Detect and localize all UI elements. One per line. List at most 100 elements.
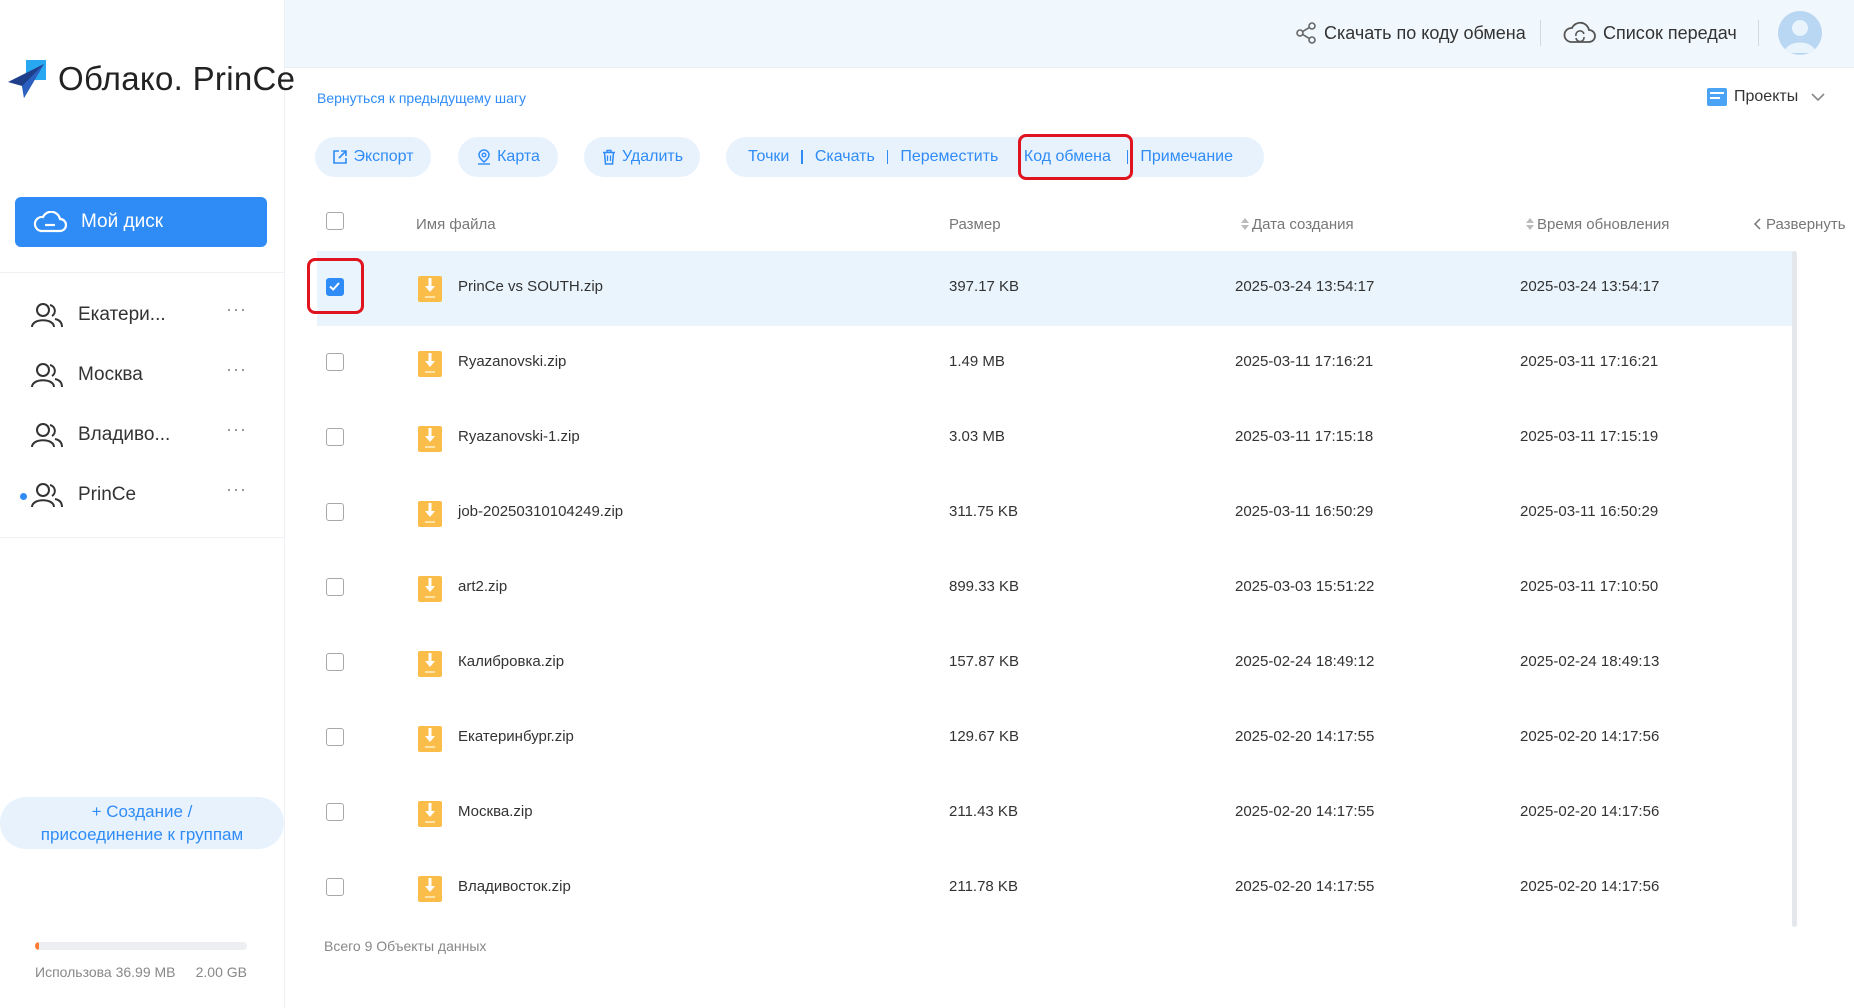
more-options-icon[interactable]: ···	[226, 299, 247, 320]
row-checkbox[interactable]	[326, 503, 344, 521]
row-checkbox[interactable]	[326, 653, 344, 671]
table-row[interactable]: Ryazanovski-1.zip 3.03 MB 2025-03-11 17:15…	[317, 401, 1793, 476]
file-name[interactable]: Ryazanovski-1.zip	[458, 428, 580, 445]
delete-button[interactable]: Удалить	[584, 137, 700, 177]
expand-columns-button[interactable]: Развернуть	[1752, 216, 1846, 233]
move-button[interactable]: Переместить	[900, 148, 998, 166]
check-icon	[329, 282, 340, 291]
export-label: Экспорт	[353, 148, 414, 165]
download-button[interactable]: Скачать	[815, 148, 875, 166]
sort-icon	[1526, 218, 1534, 230]
back-link[interactable]: Вернуться к предыдущему шагу	[317, 90, 526, 106]
file-updated: 2025-02-20 14:17:56	[1520, 878, 1660, 895]
action-divider	[1010, 150, 1012, 164]
storage-progress-bar	[35, 942, 247, 950]
file-created: 2025-03-11 17:16:21	[1235, 353, 1374, 370]
file-name[interactable]: PrinCe vs SOUTH.zip	[458, 278, 603, 295]
file-name[interactable]: Москва.zip	[458, 803, 533, 820]
exchange-code-download-link[interactable]: Скачать по коду обмена	[1294, 21, 1526, 45]
vertical-scrollbar[interactable]	[1792, 251, 1797, 927]
file-name[interactable]: Владивосток.zip	[458, 878, 571, 895]
points-button[interactable]: Точки	[748, 148, 789, 166]
my-disk-label: Мой диск	[81, 211, 164, 232]
file-name[interactable]: Екатеринбург.zip	[458, 728, 574, 745]
map-pin-icon	[478, 149, 491, 165]
create-join-group-button[interactable]: + Создание / присоединение к группам	[0, 797, 284, 849]
exchange-code-download-label: Скачать по коду обмена	[1324, 22, 1526, 43]
file-created: 2025-03-03 15:51:22	[1235, 578, 1375, 595]
zip-file-icon	[418, 801, 442, 827]
file-name[interactable]: Ryazanovski.zip	[458, 353, 566, 370]
row-checkbox[interactable]	[326, 428, 344, 446]
more-options-icon[interactable]: ···	[226, 359, 247, 380]
sort-icon	[1241, 218, 1249, 230]
file-actions-group: Точки Скачать Переместить Код обмена При…	[726, 137, 1264, 177]
file-created: 2025-02-20 14:17:55	[1235, 728, 1375, 745]
row-checkbox[interactable]	[326, 878, 344, 896]
zip-file-icon	[418, 726, 442, 752]
file-size: 311.75 KB	[949, 503, 1018, 520]
users-icon	[31, 423, 63, 448]
table-row[interactable]: art2.zip 899.33 KB 2025-03-03 15:51:22 2025…	[317, 551, 1793, 626]
file-updated: 2025-02-20 14:17:56	[1520, 728, 1660, 745]
column-header-name[interactable]: Имя файла	[416, 216, 496, 233]
header-divider	[1758, 20, 1759, 46]
sidebar-item-group-prince[interactable]: PrinCe ···	[0, 465, 284, 525]
my-disk-button[interactable]: Мой диск	[15, 197, 267, 247]
storage-progress-fill	[35, 942, 39, 950]
table-row[interactable]: Калибровка.zip 157.87 KB 2025-02-24 18:49:…	[317, 626, 1793, 701]
top-header: Скачать по коду обмена Список передач	[285, 0, 1854, 68]
trash-icon	[602, 149, 615, 165]
file-created: 2025-03-11 17:15:18	[1235, 428, 1374, 445]
file-updated: 2025-03-11 17:10:50	[1520, 578, 1659, 595]
map-button[interactable]: Карта	[458, 137, 558, 177]
header-divider	[1540, 20, 1541, 46]
table-row[interactable]: Владивосток.zip 211.78 KB 2025-02-20 14:17…	[317, 851, 1793, 926]
column-header-size[interactable]: Размер	[949, 216, 1001, 233]
file-size: 129.67 KB	[949, 728, 1020, 745]
file-updated: 2025-02-20 14:17:56	[1520, 803, 1660, 820]
zip-file-icon	[418, 651, 442, 677]
more-options-icon[interactable]: ···	[226, 479, 247, 500]
more-options-icon[interactable]: ···	[226, 419, 247, 440]
file-updated: 2025-02-24 18:49:13	[1520, 653, 1660, 670]
paper-plane-logo-icon	[8, 60, 46, 98]
table-row[interactable]: Ryazanovski.zip 1.49 MB 2025-03-11 17:16:2…	[317, 326, 1793, 401]
table-row[interactable]: PrinCe vs SOUTH.zip 397.17 KB 2025-03-24 1…	[317, 251, 1793, 326]
file-name[interactable]: job-20250310104249.zip	[458, 503, 623, 520]
file-size: 157.87 KB	[949, 653, 1020, 670]
row-checkbox[interactable]	[326, 353, 344, 371]
expand-label: Развернуть	[1766, 216, 1846, 233]
note-button[interactable]: Примечание	[1140, 148, 1233, 166]
column-header-created[interactable]: Дата создания	[1240, 216, 1354, 233]
file-name[interactable]: art2.zip	[458, 578, 507, 595]
sidebar-item-group-vladivostok[interactable]: Владиво... ···	[0, 405, 284, 465]
file-created: 2025-02-20 14:17:55	[1235, 803, 1375, 820]
table-row[interactable]: Екатеринбург.zip 129.67 KB 2025-02-20 14:1…	[317, 701, 1793, 776]
row-checkbox[interactable]	[326, 728, 344, 746]
projects-dropdown[interactable]: Проекты	[1706, 87, 1826, 107]
sidebar: Облако. PrinCe Мой диск Екатери... ··· М…	[0, 0, 295, 1008]
action-divider	[801, 150, 803, 164]
export-button[interactable]: Экспорт	[315, 137, 431, 177]
select-all-checkbox[interactable]	[326, 212, 344, 230]
file-size: 1.49 MB	[949, 353, 1005, 370]
zip-file-icon	[418, 501, 442, 527]
column-header-updated[interactable]: Время обновления	[1525, 216, 1669, 233]
file-created: 2025-02-20 14:17:55	[1235, 878, 1375, 895]
transfer-list-label: Список передач	[1603, 22, 1737, 43]
zip-file-icon	[418, 576, 442, 602]
table-row[interactable]: Москва.zip 211.43 KB 2025-02-20 14:17:55 20…	[317, 776, 1793, 851]
file-name[interactable]: Калибровка.zip	[458, 653, 564, 670]
row-checkbox[interactable]	[326, 578, 344, 596]
sidebar-item-group-moscow[interactable]: Москва ···	[0, 345, 284, 405]
sidebar-item-group-ekaterinburg[interactable]: Екатери... ···	[0, 285, 284, 345]
row-checkbox[interactable]	[326, 278, 344, 296]
exchange-code-button[interactable]: Код обмена	[1024, 148, 1111, 166]
row-checkbox[interactable]	[326, 803, 344, 821]
file-created: 2025-03-11 16:50:29	[1235, 503, 1374, 520]
app-logo[interactable]: Облако. PrinCe	[6, 58, 295, 100]
table-row[interactable]: job-20250310104249.zip 311.75 KB 2025-03-1…	[317, 476, 1793, 551]
user-avatar[interactable]	[1778, 11, 1822, 55]
transfer-list-link[interactable]: Список передач	[1563, 21, 1737, 45]
